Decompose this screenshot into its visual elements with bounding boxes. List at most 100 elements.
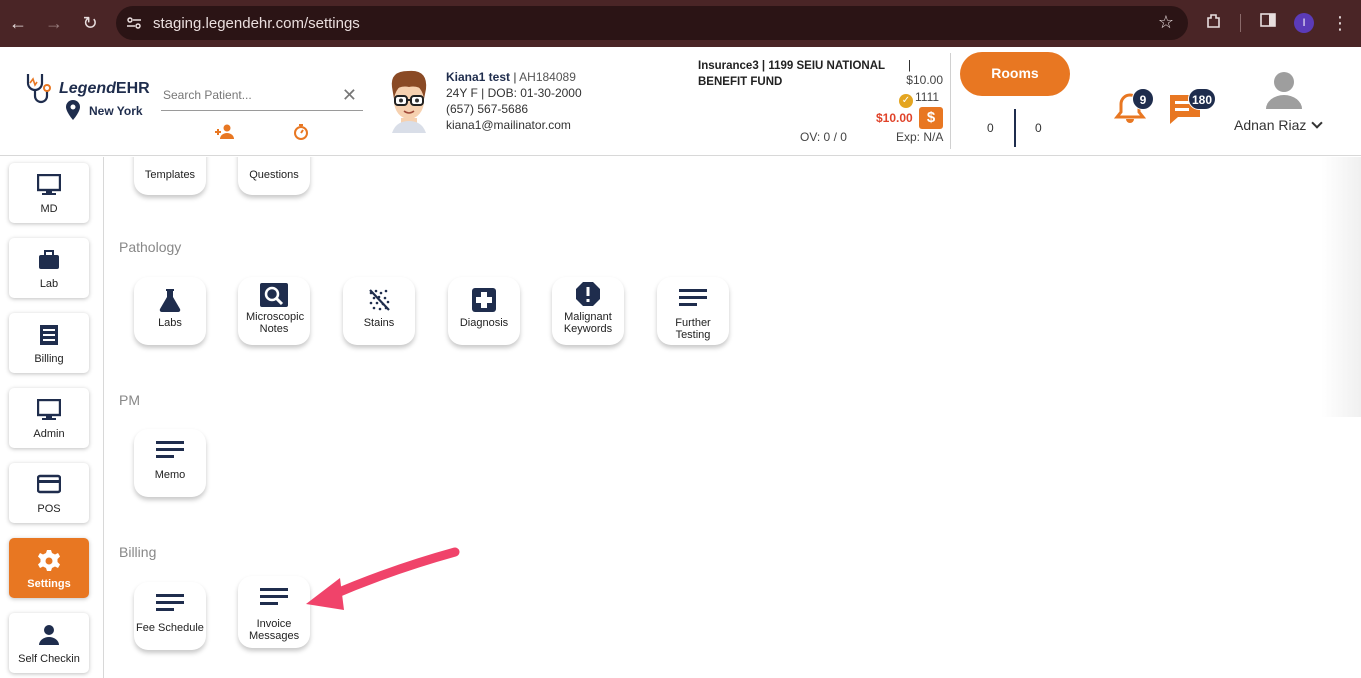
reload-icon[interactable]: ↻ (78, 11, 102, 35)
app-header: LegendEHR New York ✕ Kiana1 test | AH184… (0, 47, 1361, 156)
toolbar-divider (1240, 14, 1241, 32)
sidebar-item-admin[interactable]: Admin (9, 388, 89, 448)
rooms-button[interactable]: Rooms (960, 52, 1070, 96)
sidebar-item-pos[interactable]: POS (9, 463, 89, 523)
scroll-shadow (1321, 157, 1361, 417)
card-fee-schedule[interactable]: Fee Schedule (134, 582, 206, 650)
patient-name[interactable]: Kiana1 test (446, 70, 510, 84)
monitor-icon (37, 399, 61, 420)
site-settings-icon[interactable] (126, 15, 142, 31)
room-count-divider (1014, 109, 1016, 147)
card-microscopic-notes[interactable]: Microscopic Notes (238, 277, 310, 345)
payment-button[interactable]: $ (919, 107, 943, 129)
add-patient-icon[interactable] (215, 124, 235, 140)
sidebar-item-label: Self Checkin (18, 653, 80, 665)
card-further-testing[interactable]: Further Testing (657, 277, 729, 345)
sidebar-item-self-checkin[interactable]: Self Checkin (9, 613, 89, 673)
flask-icon (159, 289, 181, 313)
bookmark-star-icon[interactable]: ☆ (1158, 12, 1174, 33)
card-label: Microscopic Notes (238, 311, 310, 335)
insurance-line2: BENEFIT FUND (698, 76, 783, 88)
credit-card-icon (37, 474, 61, 494)
alert-octagon-icon (576, 282, 600, 306)
user-avatar-icon[interactable] (1264, 69, 1304, 109)
timer-icon[interactable] (293, 124, 309, 140)
person-icon (39, 625, 59, 645)
card-malignant-keywords[interactable]: Malignant Keywords (552, 277, 624, 345)
card-label: Further Testing (675, 317, 711, 341)
sidebar-item-lab[interactable]: Lab (9, 238, 89, 298)
brand-part-legend: Legend (59, 80, 116, 97)
insurance-expiry: Exp: N/A (896, 130, 944, 144)
room-count-right: 0 (1035, 121, 1042, 135)
messages-button[interactable]: 180 (1168, 88, 1217, 130)
annotation-arrow (306, 547, 460, 610)
card-memo[interactable]: Memo (134, 429, 206, 497)
message-badge: 180 (1188, 88, 1217, 110)
monitor-icon (37, 174, 61, 195)
sidebar-item-label: Lab (39, 278, 59, 290)
card-label: Fee Schedule (136, 622, 204, 634)
profile-avatar[interactable]: I (1294, 13, 1314, 33)
insurance-info: Insurance3 | 1199 SEIU NATIONAL BENEFIT … (698, 58, 911, 90)
office-visit-count: OV: 0 / 0 (800, 130, 847, 144)
more-menu-icon[interactable]: ⋮ (1328, 11, 1352, 35)
sidebar-item-label: Admin (33, 428, 65, 440)
section-title-billing: Billing (119, 544, 157, 560)
notes-lines-icon (156, 441, 184, 458)
settings-content: Templates Questions Pathology Labs Micro… (104, 157, 1361, 678)
user-name: Adnan Riaz (1234, 117, 1307, 133)
header-divider (950, 53, 951, 149)
stain-icon (369, 289, 390, 311)
url-text[interactable]: staging.legendehr.com/settings (153, 15, 360, 32)
amount-due: $10.00 (876, 111, 913, 125)
check-coin-icon: ✓ (899, 94, 913, 108)
sidebar-item-label: POS (37, 503, 61, 515)
insurance-pipe: | (908, 60, 911, 72)
notification-badge: 9 (1132, 88, 1154, 110)
user-menu[interactable]: Adnan Riaz (1234, 117, 1324, 133)
address-bar[interactable]: staging.legendehr.com/settings ☆ (116, 6, 1188, 40)
insurance-line1: Insurance3 | 1199 SEIU NATIONAL (698, 60, 886, 72)
card-stains[interactable]: Stains (343, 277, 415, 345)
clear-search-icon[interactable]: ✕ (342, 85, 357, 106)
location-name[interactable]: New York (89, 104, 143, 118)
card-label: Templates (144, 169, 196, 181)
patient-info: Kiana1 test | AH184089 24Y F | DOB: 01-3… (446, 70, 582, 132)
side-panel-icon[interactable] (1260, 12, 1276, 28)
patient-phone: (657) 567-5686 (446, 102, 529, 116)
card-diagnosis[interactable]: Diagnosis (448, 277, 520, 345)
sidebar-item-billing[interactable]: Billing (9, 313, 89, 373)
sidebar-item-md[interactable]: MD (9, 163, 89, 223)
patient-avatar[interactable] (386, 69, 432, 133)
card-label: Questions (249, 169, 299, 181)
patient-demographics: 24Y F | DOB: 01-30-2000 (446, 86, 582, 100)
patient-email: kiana1@mailinator.com (446, 118, 571, 132)
card-labs[interactable]: Labs (134, 277, 206, 345)
notifications-button[interactable]: 9 (1113, 88, 1154, 130)
browser-toolbar: ← → ↻ staging.legendehr.com/settings ☆ I… (0, 0, 1361, 47)
extensions-icon[interactable] (1205, 12, 1223, 30)
sidebar-item-label: MD (40, 203, 58, 215)
receipt-icon (40, 325, 58, 345)
card-questions[interactable]: Questions (238, 157, 310, 195)
back-icon[interactable]: ← (6, 11, 30, 35)
card-label: Stains (363, 317, 395, 329)
notes-lines-icon (679, 289, 707, 306)
card-label: Malignant Keywords (552, 311, 624, 335)
stethoscope-logo-icon (26, 74, 51, 104)
malignant-keywords-text: Malignant Keywords (563, 311, 613, 335)
forward-icon[interactable]: → (42, 11, 66, 35)
search-patient-input[interactable] (161, 83, 331, 107)
sidebar: MD Lab Billing Admin POS Settings Self C… (0, 157, 104, 678)
legend-ehr-logo[interactable]: LegendEHR (24, 71, 150, 112)
sidebar-item-settings[interactable]: Settings (9, 538, 89, 598)
brand-part-ehr: EHR (115, 80, 150, 97)
card-label: Invoice Messages (238, 618, 310, 642)
card-templates[interactable]: Templates (134, 157, 206, 195)
microscopic-notes-text: Microscopic Notes (246, 311, 305, 335)
gear-icon (38, 550, 60, 571)
notes-lines-icon (260, 588, 288, 605)
patient-id: AH184089 (519, 70, 576, 84)
brand-name: LegendEHR (59, 80, 150, 98)
